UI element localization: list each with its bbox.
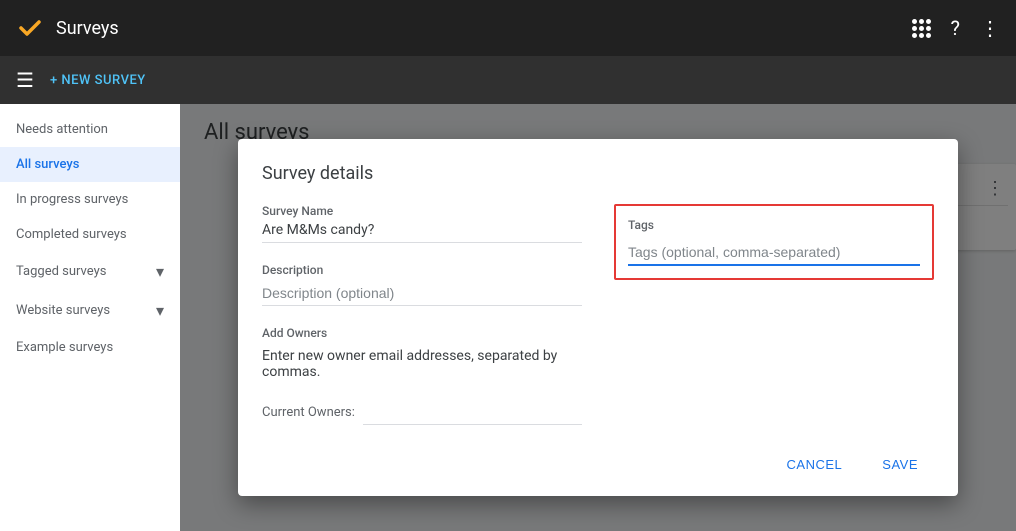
sidebar-item-label: Website surveys bbox=[16, 303, 110, 318]
save-button[interactable]: SAVE bbox=[866, 449, 934, 480]
tags-input[interactable] bbox=[628, 240, 920, 266]
description-input[interactable] bbox=[262, 281, 582, 306]
sub-nav: ☰ + NEW SURVEY bbox=[0, 56, 1016, 104]
dialog-footer: CANCEL SAVE bbox=[262, 433, 934, 480]
app-logo bbox=[16, 14, 44, 42]
survey-name-value: Are M&Ms candy? bbox=[262, 222, 582, 243]
sidebar-item-label: Example surveys bbox=[16, 340, 113, 355]
main-layout: Needs attention All surveys In progress … bbox=[0, 104, 1016, 531]
chevron-down-icon: ▾ bbox=[156, 301, 164, 320]
sidebar-item-tagged[interactable]: Tagged surveys ▾ bbox=[0, 252, 180, 291]
help-icon[interactable]: ? bbox=[951, 16, 960, 40]
sidebar-item-label: All surveys bbox=[16, 157, 79, 172]
tags-label: Tags bbox=[628, 218, 920, 232]
sidebar-item-completed[interactable]: Completed surveys bbox=[0, 217, 180, 252]
dialog-left-column: Survey Name Are M&Ms candy? Description … bbox=[262, 204, 582, 425]
modal-overlay: Survey details Survey Name Are M&Ms cand… bbox=[180, 104, 1016, 531]
add-owners-label: Add Owners bbox=[262, 326, 582, 340]
current-owners-input[interactable] bbox=[363, 400, 582, 425]
add-owners-field-group: Add Owners Enter new owner email address… bbox=[262, 326, 582, 425]
top-bar: Surveys ? ⋮ bbox=[0, 0, 1016, 56]
description-label: Description bbox=[262, 263, 582, 277]
survey-name-field-group: Survey Name Are M&Ms candy? bbox=[262, 204, 582, 243]
sidebar-item-label: In progress surveys bbox=[16, 192, 128, 207]
sidebar-item-needs-attention[interactable]: Needs attention bbox=[0, 112, 180, 147]
new-survey-button[interactable]: + NEW SURVEY bbox=[50, 73, 146, 88]
hamburger-icon[interactable]: ☰ bbox=[16, 68, 34, 92]
add-owners-hint: Enter new owner email addresses, separat… bbox=[262, 348, 582, 380]
description-field-group: Description bbox=[262, 263, 582, 306]
sidebar-item-label: Needs attention bbox=[16, 122, 108, 137]
dialog-right-column: Tags bbox=[614, 204, 934, 425]
sidebar-item-label: Tagged surveys bbox=[16, 264, 106, 279]
apps-icon[interactable] bbox=[912, 19, 931, 38]
survey-name-label: Survey Name bbox=[262, 204, 582, 218]
app-title: Surveys bbox=[56, 18, 900, 39]
content-area: All surveys un uled ⋮ ‹ › Survey details bbox=[180, 104, 1016, 531]
dialog-body: Survey Name Are M&Ms candy? Description … bbox=[262, 204, 934, 425]
sidebar: Needs attention All surveys In progress … bbox=[0, 104, 180, 531]
sidebar-item-all-surveys[interactable]: All surveys bbox=[0, 147, 180, 182]
sidebar-item-website[interactable]: Website surveys ▾ bbox=[0, 291, 180, 330]
tags-box: Tags bbox=[614, 204, 934, 280]
current-owners-row: Current Owners: bbox=[262, 400, 582, 425]
dialog-title: Survey details bbox=[262, 163, 934, 184]
current-owners-label: Current Owners: bbox=[262, 405, 355, 420]
cancel-button[interactable]: CANCEL bbox=[771, 449, 859, 480]
survey-details-dialog: Survey details Survey Name Are M&Ms cand… bbox=[238, 139, 958, 496]
chevron-down-icon: ▾ bbox=[156, 262, 164, 281]
sidebar-item-in-progress[interactable]: In progress surveys bbox=[0, 182, 180, 217]
more-icon[interactable]: ⋮ bbox=[980, 16, 1000, 40]
sidebar-item-example[interactable]: Example surveys bbox=[0, 330, 180, 365]
sidebar-item-label: Completed surveys bbox=[16, 227, 127, 242]
top-bar-icons: ? ⋮ bbox=[912, 16, 1000, 40]
